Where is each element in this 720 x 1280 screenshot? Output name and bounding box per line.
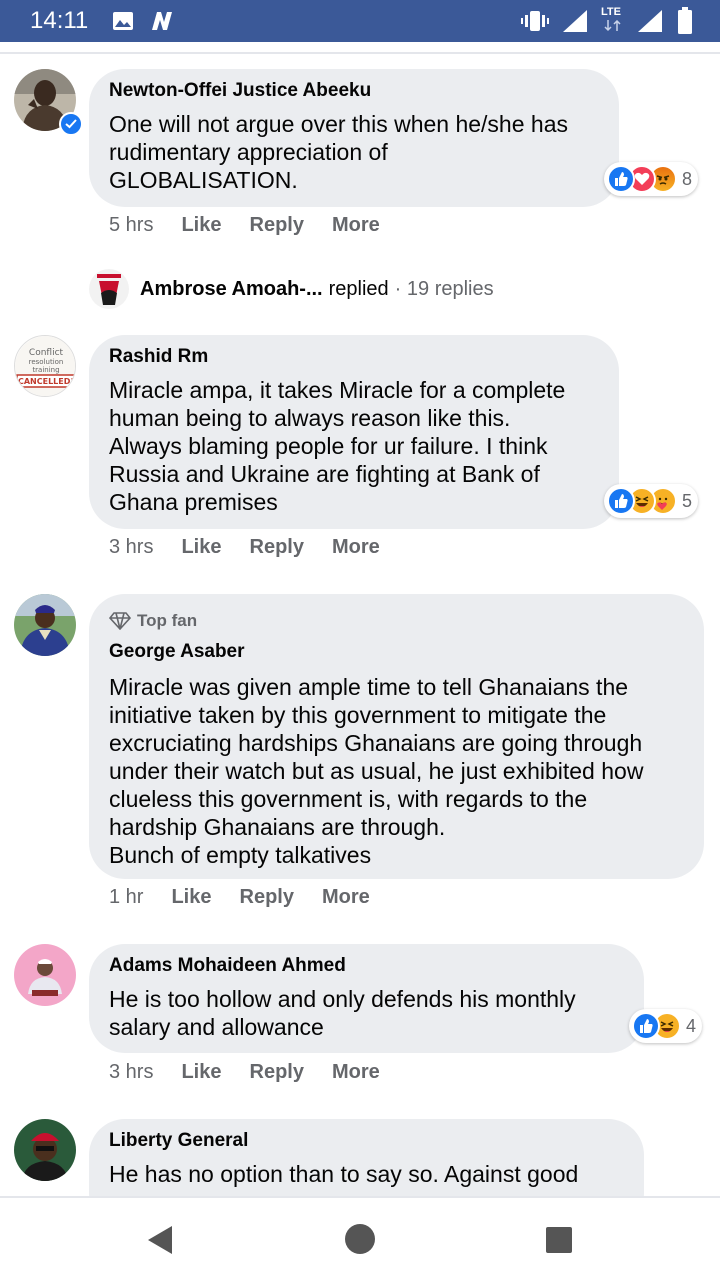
- comment-time: 1 hr: [109, 886, 144, 908]
- comment-bubble[interactable]: Top fan George Asaber Miracle was given …: [89, 594, 704, 879]
- view-replies-link[interactable]: Ambrose Amoah-... replied · 19 replies: [89, 268, 494, 310]
- recents-icon[interactable]: [545, 1226, 573, 1254]
- avatar-text-1: Conflict: [29, 348, 64, 358]
- avatar-text-3: training: [32, 366, 59, 374]
- comment-author[interactable]: Liberty General: [109, 1129, 624, 1153]
- gallery-icon: [113, 12, 133, 30]
- reaction-count: 5: [682, 490, 693, 511]
- comment-time: 3 hrs: [109, 1061, 154, 1083]
- reply-avatar: [89, 269, 129, 309]
- avatar-liberty[interactable]: [14, 1119, 76, 1181]
- reaction-count: 4: [686, 1015, 697, 1036]
- more-button[interactable]: More: [332, 536, 380, 559]
- comment-bubble[interactable]: Newton-Offei Justice Abeeku One will not…: [89, 69, 619, 207]
- home-icon[interactable]: [343, 1222, 377, 1256]
- data-arrows-icon: [604, 20, 621, 32]
- vibrate-icon: [521, 11, 549, 31]
- reply-button[interactable]: Reply: [250, 536, 304, 559]
- avatar-text-4: CANCELLED!: [18, 377, 74, 386]
- battery-icon: [678, 7, 692, 34]
- reaction-summary[interactable]: 5: [604, 484, 699, 518]
- like-button[interactable]: Like: [181, 214, 221, 237]
- more-button[interactable]: More: [332, 1061, 380, 1084]
- comment-author[interactable]: George Asaber: [109, 640, 684, 664]
- reply-author: Ambrose Amoah-...: [140, 277, 323, 300]
- signal-icon-2: [638, 10, 662, 32]
- comment-actions: 5 hrs Like Reply More: [109, 214, 408, 237]
- comment-text: He has no option than to say so. Against…: [109, 1161, 579, 1187]
- like-reaction-icon: [607, 165, 635, 193]
- avatar-george[interactable]: [14, 594, 76, 656]
- avatar-adams[interactable]: [14, 944, 76, 1006]
- comment-time: 5 hrs: [109, 214, 154, 236]
- top-fan-badge: Top fan: [109, 610, 684, 632]
- reaction-count: 8: [682, 168, 693, 189]
- comment-author[interactable]: Newton-Offei Justice Abeeku: [109, 79, 599, 103]
- reply-button[interactable]: Reply: [250, 1061, 304, 1084]
- comment-bubble[interactable]: Adams Mohaideen Ahmed He is too hollow a…: [89, 944, 644, 1053]
- reply-button[interactable]: Reply: [240, 886, 294, 909]
- verified-badge-icon: [59, 112, 83, 136]
- status-time: 14:11: [30, 7, 89, 34]
- top-fan-label: Top fan: [137, 611, 198, 630]
- comment-text: One will not argue over this when he/she…: [109, 111, 568, 193]
- comment-time: 3 hrs: [109, 536, 154, 558]
- replied-label: replied: [328, 277, 389, 300]
- avatar-text-2: resolution: [29, 358, 64, 366]
- reply-button[interactable]: Reply: [250, 214, 304, 237]
- network-type-label: LTE: [601, 6, 621, 18]
- avatar-rashid[interactable]: Conflict resolution training CANCELLED!: [14, 335, 76, 397]
- like-button[interactable]: Like: [181, 536, 221, 559]
- reaction-summary[interactable]: 8: [604, 162, 699, 196]
- comment-author[interactable]: Rashid Rm: [109, 345, 599, 369]
- back-icon[interactable]: [146, 1224, 174, 1256]
- comment-text: Miracle was given ample time to tell Gha…: [109, 674, 644, 868]
- app-n-icon: [152, 12, 172, 30]
- comment-actions: 1 hr Like Reply More: [109, 886, 398, 909]
- diamond-icon: [109, 612, 131, 630]
- more-button[interactable]: More: [322, 886, 370, 909]
- system-nav-bar: [0, 1196, 720, 1280]
- reaction-summary[interactable]: 4: [629, 1009, 703, 1043]
- comment-actions: 3 hrs Like Reply More: [109, 536, 408, 559]
- comment-bubble[interactable]: Rashid Rm Miracle ampa, it takes Miracle…: [89, 335, 619, 529]
- comment-author[interactable]: Adams Mohaideen Ahmed: [109, 954, 624, 978]
- more-button[interactable]: More: [332, 214, 380, 237]
- like-button[interactable]: Like: [171, 886, 211, 909]
- comment-text: Miracle ampa, it takes Miracle for a com…: [109, 377, 566, 515]
- status-bar: 14:11 LTE: [0, 0, 720, 42]
- like-reaction-icon: [632, 1012, 660, 1040]
- top-divider: [0, 52, 720, 54]
- like-button[interactable]: Like: [181, 1061, 221, 1084]
- like-reaction-icon: [607, 487, 635, 515]
- signal-icon: [563, 10, 587, 32]
- reply-count: · 19 replies: [394, 277, 494, 300]
- comment-actions: 3 hrs Like Reply More: [109, 1061, 408, 1084]
- comment-text: He is too hollow and only defends his mo…: [109, 986, 576, 1040]
